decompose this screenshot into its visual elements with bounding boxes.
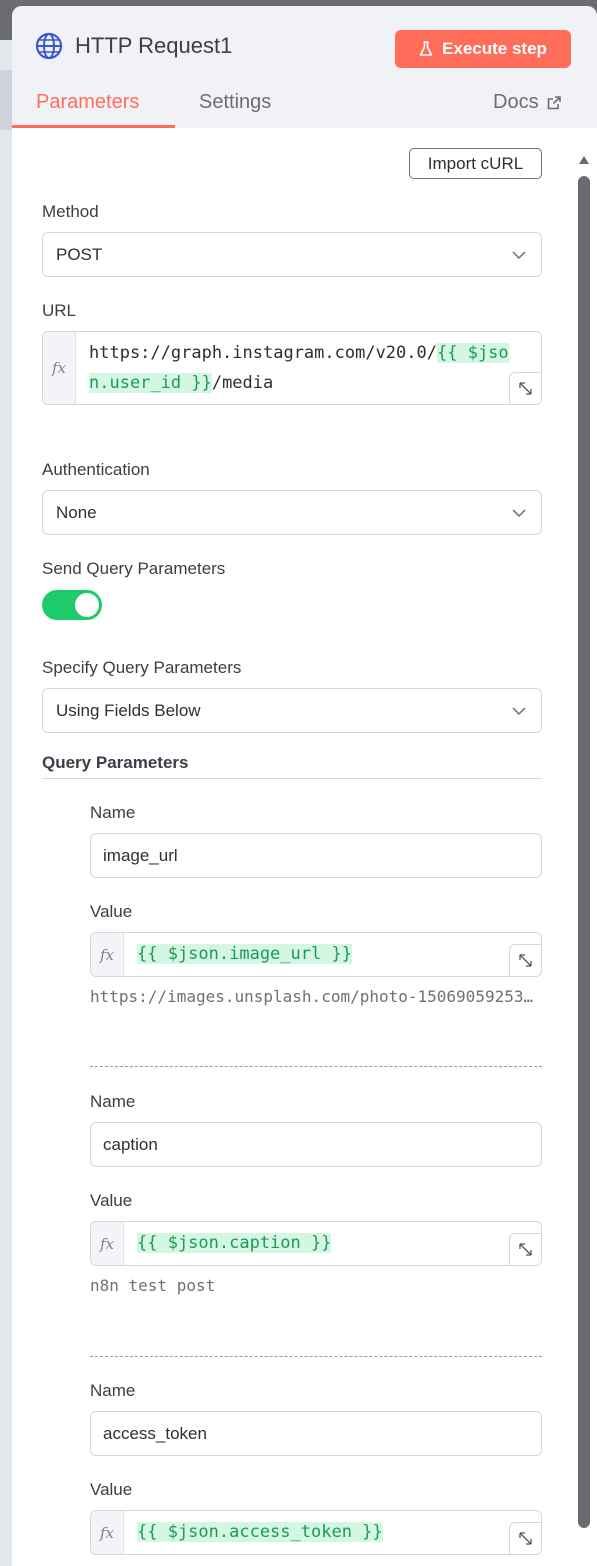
globe-icon (35, 32, 63, 60)
query-parameters-heading: Query Parameters (42, 753, 189, 772)
url-line-1: https://graph.instagram.com/v20.0/{{ $js… (89, 338, 509, 368)
expand-icon (519, 382, 532, 395)
param-name-value: access_token (103, 1424, 207, 1443)
flask-icon (419, 41, 433, 56)
toggle-knob (75, 593, 99, 617)
node-title[interactable]: HTTP Request1 (75, 33, 232, 59)
param-name-value: image_url (103, 846, 178, 865)
section-divider (42, 778, 542, 779)
url-text: https://graph.instagram.com/v20.0/ (89, 343, 437, 363)
vertical-scrollbar[interactable] (577, 156, 591, 1528)
param-value-expression: {{ $json.caption }} (137, 1233, 332, 1253)
fx-icon: fx (43, 332, 76, 404)
param-value-expression-line: {{ $json.image_url }} (137, 939, 352, 969)
param-separator (90, 1066, 542, 1067)
param-name-value: caption (103, 1135, 158, 1154)
param-value-field[interactable]: fx {{ $json.access_token }} (90, 1510, 542, 1555)
tab-settings[interactable]: Settings (199, 91, 271, 114)
specify-query-select[interactable]: Using Fields Below (42, 688, 542, 733)
param-name-label: Name (90, 803, 136, 822)
url-expression-field[interactable]: fx https://graph.instagram.com/v20.0/{{ … (42, 331, 542, 405)
param-value-expression-line: {{ $json.caption }} (137, 1228, 332, 1258)
param-value-label: Value (90, 902, 133, 921)
expand-icon (519, 954, 532, 967)
chevron-down-icon (512, 509, 526, 518)
param-value-label: Value (90, 1191, 133, 1210)
method-select[interactable]: POST (42, 232, 542, 277)
param-value-field[interactable]: fx {{ $json.caption }} (90, 1221, 542, 1266)
param-name-input[interactable]: access_token (90, 1411, 542, 1456)
docs-label: Docs (493, 91, 539, 113)
param-value-preview: n8n test post (90, 1276, 216, 1295)
scroll-thumb[interactable] (578, 176, 590, 1528)
panel-header: HTTP Request1 Execute step Parameters Se… (12, 6, 597, 128)
param-value-expression-line: {{ $json.access_token }} (137, 1517, 383, 1547)
expand-icon (519, 1532, 532, 1545)
scroll-up-arrow-icon[interactable] (579, 156, 589, 164)
authentication-value: None (56, 503, 97, 522)
fx-icon: fx (91, 1222, 124, 1265)
execute-step-label: Execute step (442, 39, 547, 58)
expand-editor-button[interactable] (509, 372, 541, 404)
param-value-expression: {{ $json.image_url }} (137, 944, 352, 964)
param-value-expression: {{ $json.access_token }} (137, 1522, 383, 1542)
specify-query-label: Specify Query Parameters (42, 658, 242, 677)
expand-editor-button[interactable] (509, 1233, 541, 1265)
authentication-select[interactable]: None (42, 490, 542, 535)
param-name-input[interactable]: image_url (90, 833, 542, 878)
background-canvas (0, 40, 12, 1566)
execute-step-button[interactable]: Execute step (395, 30, 571, 68)
import-curl-button[interactable]: Import cURL (409, 148, 542, 179)
param-separator (90, 1356, 542, 1357)
method-label: Method (42, 202, 99, 221)
parameters-content: Import cURL Method POST URL fx https://g… (12, 128, 597, 1566)
url-expression-cont: n.user_id }} (89, 373, 212, 393)
send-query-label: Send Query Parameters (42, 559, 226, 578)
url-text-suffix: /media (211, 373, 274, 393)
url-label: URL (42, 301, 77, 320)
param-name-input[interactable]: caption (90, 1122, 542, 1167)
specify-query-value: Using Fields Below (56, 701, 201, 720)
url-line-2: n.user_id }}/media (89, 368, 273, 398)
chevron-down-icon (512, 707, 526, 716)
tab-parameters[interactable]: Parameters (36, 91, 139, 114)
send-query-toggle[interactable] (42, 590, 102, 620)
param-name-label: Name (90, 1092, 136, 1111)
node-details-panel: HTTP Request1 Execute step Parameters Se… (12, 6, 597, 1566)
method-value: POST (56, 245, 103, 264)
docs-link[interactable]: Docs (493, 91, 561, 114)
expand-icon (519, 1243, 532, 1256)
authentication-label: Authentication (42, 460, 150, 479)
param-value-field[interactable]: fx {{ $json.image_url }} (90, 932, 542, 977)
param-value-label: Value (90, 1480, 133, 1499)
param-value-preview: https://images.unsplash.com/photo-150690… (90, 987, 542, 1006)
param-name-label: Name (90, 1381, 136, 1400)
url-expression: {{ $jso (437, 343, 509, 363)
external-link-icon (547, 95, 561, 109)
expand-editor-button[interactable] (509, 1522, 541, 1554)
expand-editor-button[interactable] (509, 944, 541, 976)
fx-icon: fx (91, 933, 124, 976)
chevron-down-icon (512, 251, 526, 260)
fx-icon: fx (91, 1511, 124, 1554)
